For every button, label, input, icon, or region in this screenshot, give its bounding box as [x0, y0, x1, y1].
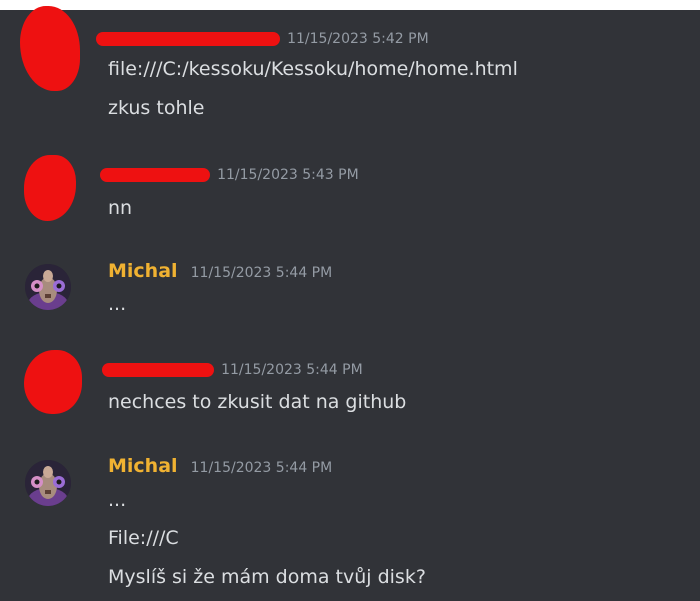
- message-header: 11/15/2023 5:44 PM: [102, 356, 363, 382]
- message-text: Myslíš si že mám doma tvůj disk?: [108, 566, 426, 588]
- avatar-image: [25, 264, 71, 310]
- redaction-mark: [20, 6, 80, 91]
- timestamp: 11/15/2023 5:44 PM: [190, 265, 333, 281]
- avatar-image: [25, 460, 71, 506]
- username[interactable]: Michal: [108, 455, 178, 477]
- timestamp: 11/15/2023 5:43 PM: [217, 167, 359, 183]
- message-text: ...: [108, 489, 127, 511]
- message-text: nn: [108, 197, 133, 219]
- message-header: Michal 11/15/2023 5:44 PM: [108, 453, 332, 479]
- message-text: nechces to zkusit dat na github: [108, 391, 407, 413]
- avatar-michal[interactable]: [25, 264, 71, 310]
- message-header: 11/15/2023 5:42 PM: [96, 25, 429, 51]
- timestamp: 11/15/2023 5:42 PM: [287, 31, 429, 47]
- username-redacted[interactable]: [96, 31, 280, 46]
- message-header: Michal 11/15/2023 5:44 PM: [108, 258, 332, 284]
- username-redacted[interactable]: [100, 167, 210, 182]
- chat-message-list: 11/15/2023 5:42 PM file:///C:/kessoku/Ke…: [0, 6, 700, 601]
- avatar-michal[interactable]: [25, 460, 71, 506]
- redaction-mark: [24, 350, 82, 414]
- username[interactable]: Michal: [108, 260, 178, 282]
- redaction-mark: [24, 155, 76, 221]
- message-text: ...: [108, 293, 127, 315]
- message-header: 11/15/2023 5:43 PM: [100, 161, 359, 187]
- message-text: zkus tohle: [108, 97, 205, 119]
- username-redacted[interactable]: [102, 362, 214, 377]
- message-text: File:///C: [108, 527, 179, 549]
- message-text: file:///C:/kessoku/Kessoku/home/home.htm…: [108, 58, 518, 80]
- timestamp: 11/15/2023 5:44 PM: [221, 362, 363, 378]
- timestamp: 11/15/2023 5:44 PM: [190, 460, 333, 476]
